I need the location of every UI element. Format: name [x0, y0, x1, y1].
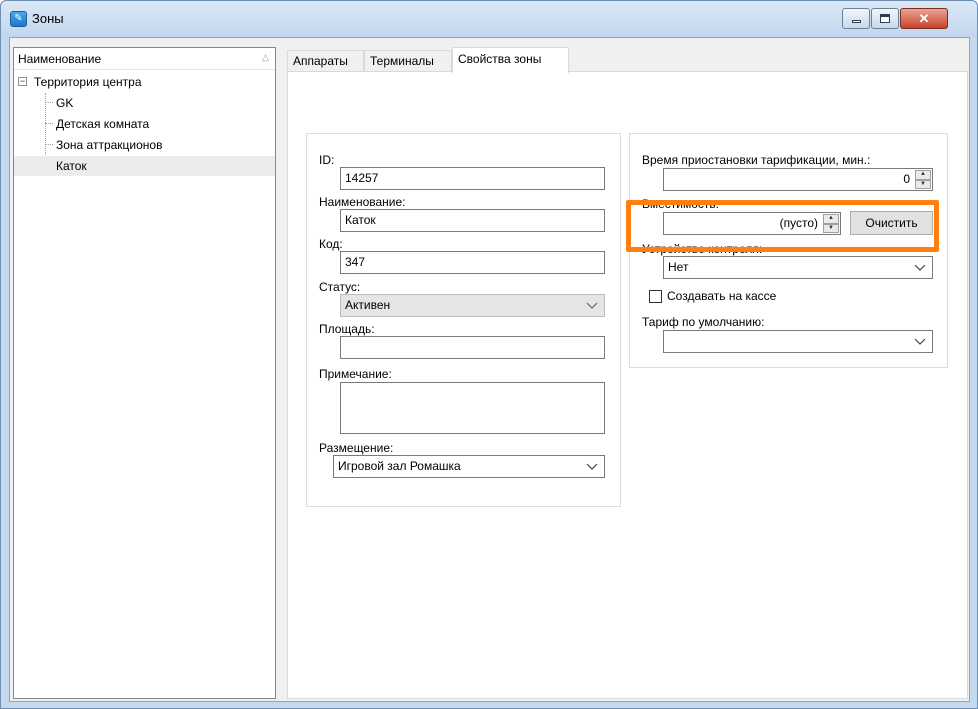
area-field[interactable] — [340, 336, 605, 359]
tree-item-label: Территория центра — [34, 75, 142, 89]
spin-down-icon[interactable]: ▼ — [823, 223, 839, 233]
client-area: Наименование △ − Территория центра GK Де… — [9, 37, 970, 702]
maximize-button[interactable] — [871, 8, 899, 29]
tree-item-rink[interactable]: Каток — [14, 156, 275, 176]
sort-ascending-icon: △ — [262, 52, 269, 62]
placement-label: Размещение: — [319, 441, 394, 455]
zones-window: ✎ Зоны ✕ Наименование △ − Территория цен… — [0, 0, 978, 709]
id-field[interactable]: 14257 — [340, 167, 605, 190]
maximize-icon — [880, 14, 890, 23]
tree-item-label: Зона аттракционов — [56, 138, 163, 152]
note-label: Примечание: — [319, 367, 392, 381]
capacity-label: Вместимость: — [642, 197, 719, 211]
note-field[interactable] — [340, 382, 605, 434]
suspend-label: Время приостановки тарификации, мин.: — [642, 153, 871, 167]
tree-item-label: GK — [56, 96, 74, 110]
name-field[interactable]: Каток — [340, 209, 605, 232]
suspend-minutes-field[interactable]: 0 ▲ ▼ — [663, 168, 933, 191]
default-tariff-select[interactable] — [663, 330, 933, 353]
placement-select[interactable]: Игровой зал Ромашка — [333, 455, 605, 478]
tab-label: Терминалы — [370, 54, 434, 68]
control-device-label: Устройство контроля: — [642, 242, 763, 256]
clear-button[interactable]: Очистить — [850, 211, 933, 235]
chevron-down-icon — [914, 338, 926, 345]
close-icon: ✕ — [918, 10, 930, 26]
suspend-spinner[interactable]: ▲ ▼ — [915, 170, 931, 189]
minimize-icon — [851, 20, 861, 23]
area-label: Площадь: — [319, 322, 375, 336]
chevron-down-icon — [914, 264, 926, 271]
status-select[interactable]: Активен — [340, 294, 605, 317]
collapse-icon[interactable]: − — [18, 77, 27, 86]
zones-tree[interactable]: Наименование △ − Территория центра GK Де… — [13, 47, 276, 699]
tree-item-attractions[interactable]: Зона аттракционов — [14, 135, 275, 155]
code-field[interactable]: 347 — [340, 251, 605, 274]
create-at-cashier-label: Создавать на кассе — [667, 289, 777, 303]
placement-value: Игровой зал Ромашка — [338, 459, 461, 473]
tree-item-kids-room[interactable]: Детская комната — [14, 114, 275, 134]
code-label: Код: — [319, 237, 343, 251]
create-at-cashier-checkbox[interactable] — [649, 290, 662, 303]
default-tariff-label: Тариф по умолчанию: — [642, 315, 765, 329]
capacity-value: (пусто) — [779, 216, 818, 230]
id-label: ID: — [319, 153, 335, 167]
tab-zone-properties[interactable]: Свойства зоны — [452, 47, 569, 73]
capacity-field[interactable]: (пусто) ▲ ▼ — [663, 212, 841, 235]
tree-column-header[interactable]: Наименование △ — [14, 48, 275, 70]
tree-item-label: Каток — [56, 159, 87, 173]
status-value: Активен — [345, 298, 391, 312]
title-bar[interactable]: ✎ Зоны ✕ — [1, 1, 977, 37]
control-device-select[interactable]: Нет — [663, 256, 933, 279]
tree-item-root[interactable]: − Территория центра — [14, 72, 275, 92]
suspend-value: 0 — [903, 172, 910, 186]
tab-label: Свойства зоны — [458, 52, 542, 66]
name-label: Наименование: — [319, 195, 406, 209]
tab-terminals[interactable]: Терминалы — [364, 50, 452, 72]
spin-up-icon[interactable]: ▲ — [915, 170, 931, 180]
app-icon: ✎ — [10, 11, 27, 27]
tree-item-label: Детская комната — [56, 117, 150, 131]
zone-properties-panel: ID: 14257 Наименование: Каток Код: 347 С… — [287, 71, 968, 699]
control-device-value: Нет — [668, 260, 689, 274]
extra-properties-group: Время приостановки тарификации, мин.: 0 … — [629, 133, 948, 368]
minimize-button[interactable] — [842, 8, 870, 29]
close-button[interactable]: ✕ — [900, 8, 948, 29]
chevron-down-icon — [586, 302, 598, 309]
spin-down-icon[interactable]: ▼ — [915, 179, 931, 189]
tree-item-gk[interactable]: GK — [14, 93, 275, 113]
status-label: Статус: — [319, 280, 361, 294]
tree-header-label: Наименование — [18, 52, 102, 66]
spin-up-icon[interactable]: ▲ — [823, 214, 839, 224]
capacity-spinner[interactable]: ▲ ▼ — [823, 214, 839, 233]
tab-devices[interactable]: Аппараты — [287, 50, 364, 72]
window-title: Зоны — [32, 11, 64, 26]
main-properties-group: ID: 14257 Наименование: Каток Код: 347 С… — [306, 133, 621, 507]
chevron-down-icon — [586, 463, 598, 470]
tab-label: Аппараты — [293, 54, 348, 68]
